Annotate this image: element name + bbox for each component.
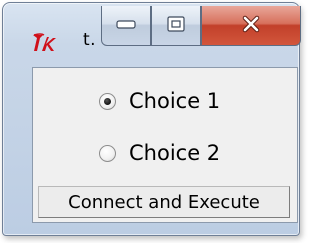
close-icon (238, 15, 264, 37)
caption-buttons (101, 6, 301, 46)
tk-feather-icon (31, 31, 59, 55)
radio-button-unselected[interactable] (99, 144, 116, 162)
radio-button-selected[interactable] (99, 92, 116, 110)
minimize-icon (115, 16, 137, 35)
window-title: t. (83, 30, 97, 50)
radio-dot-icon (104, 97, 111, 105)
radio-option-choice-1[interactable]: Choice 1 (99, 86, 220, 116)
radio-label: Choice 2 (129, 141, 221, 165)
radio-option-choice-2[interactable]: Choice 2 (99, 138, 220, 168)
app-window: t. Choice 1 Choice 2 Connect and Execute (2, 2, 301, 236)
radio-label: Choice 1 (129, 89, 221, 113)
connect-and-execute-button[interactable]: Connect and Execute (38, 186, 290, 218)
maximize-button[interactable] (151, 6, 201, 46)
close-button[interactable] (201, 6, 301, 46)
maximize-icon (165, 15, 187, 37)
client-area: Choice 1 Choice 2 Connect and Execute (32, 67, 298, 223)
minimize-button[interactable] (101, 6, 151, 46)
title-bar[interactable]: t. (3, 3, 301, 65)
